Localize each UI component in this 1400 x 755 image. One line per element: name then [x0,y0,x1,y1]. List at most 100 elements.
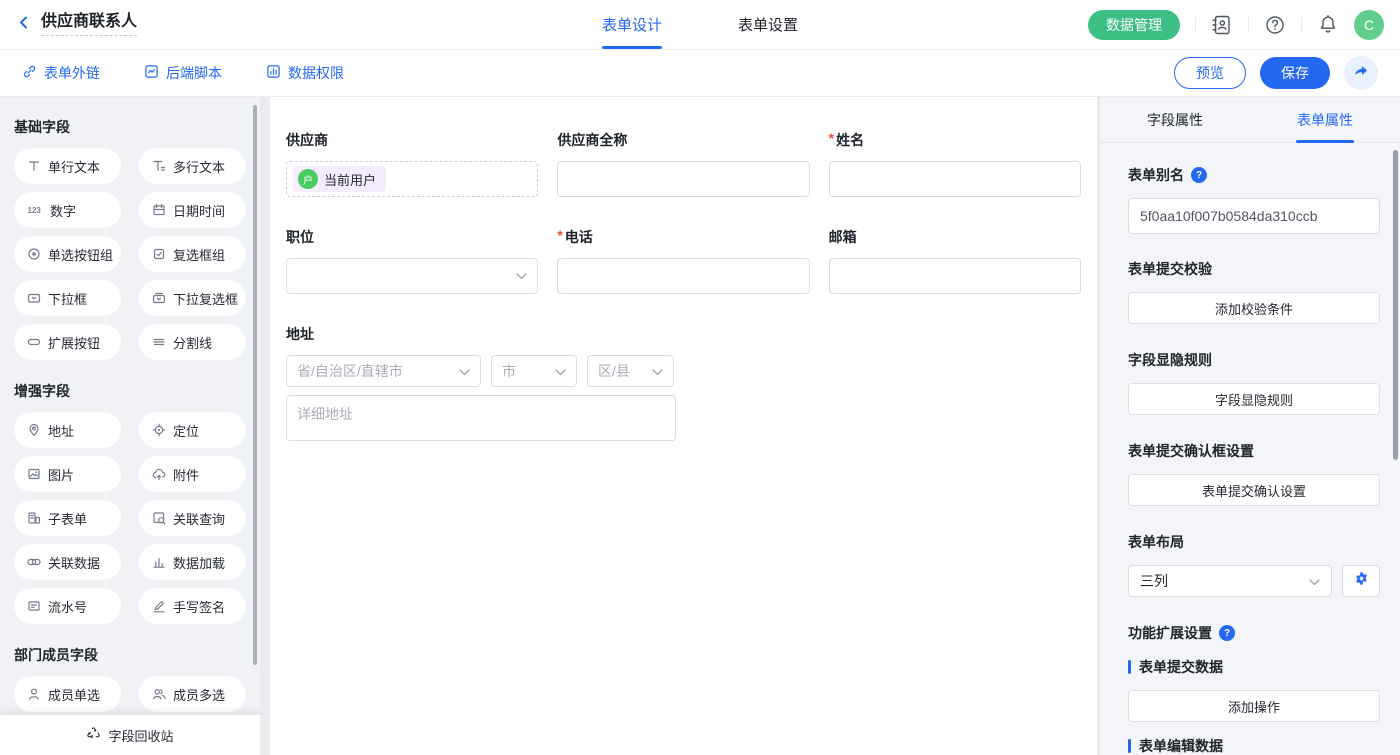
field-type-member-single[interactable]: 成员单选 [14,676,121,712]
field-type-single-line-text[interactable]: 单行文本 [14,148,121,184]
field-type-divider[interactable]: 分割线 [139,324,246,360]
form-external-link[interactable]: 表单外链 [22,63,100,83]
address-book-icon[interactable] [1211,14,1233,36]
field-type-multi-line-text[interactable]: 多行文本 [139,148,246,184]
field-type-checkbox-group[interactable]: 复选框组 [139,236,246,272]
district-select[interactable]: 区/县 [587,355,674,387]
sidebar-scrollbar[interactable] [253,105,257,665]
field-type-datetime[interactable]: 日期时间 [139,192,246,228]
field-type-data-load[interactable]: 数据加载 [139,544,246,580]
group-accent-bar [1128,660,1131,674]
field-type-attachment[interactable]: 附件 [139,456,246,492]
field-label-text: 姓名 [836,130,864,150]
add-submit-action-button[interactable]: 添加操作 [1128,690,1380,722]
submit-confirm-button[interactable]: 表单提交确认设置 [1128,474,1380,506]
layout-select-value: 三列 [1140,571,1168,591]
required-mark: * [829,130,834,150]
layout-select[interactable]: 三列 [1128,565,1332,597]
enhanced-fields-grid: 地址 定位 图片 附件 子表单 关联查询 [0,412,260,624]
field-type-label: 图片 [48,465,74,484]
field-type-extend-button[interactable]: 扩展按钮 [14,324,121,360]
province-select[interactable]: 省/自治区/直辖市 [286,355,481,387]
field-type-serial-number[interactable]: 流水号 [14,588,121,624]
help-dot-icon[interactable]: ? [1219,625,1235,641]
address-detail-textarea[interactable]: 详细地址 [286,395,676,441]
form-layout-label: 表单布局 [1128,532,1380,552]
field-address[interactable]: 地址 省/自治区/直辖市 市 区/县 详细地址 [286,324,676,441]
backend-script-link[interactable]: 后端脚本 [144,63,222,83]
radio-group-icon [27,247,41,261]
field-label: *电话 [557,227,809,247]
field-type-linked-data[interactable]: 关联数据 [14,544,121,580]
form-alias-label-row: 表单别名 ? [1128,165,1380,185]
save-button[interactable]: 保存 [1260,57,1330,89]
field-type-address[interactable]: 地址 [14,412,121,448]
field-type-member-multi[interactable]: 成员多选 [139,676,246,712]
name-input[interactable] [829,161,1081,197]
tab-field-properties[interactable]: 字段属性 [1100,97,1250,142]
current-user-tag[interactable]: 户 当前用户 [293,166,386,192]
field-label: 地址 [286,324,676,344]
tab-form-properties[interactable]: 表单属性 [1250,97,1400,142]
field-type-number[interactable]: 123 数字 [14,192,121,228]
field-type-radio-group[interactable]: 单选按钮组 [14,236,121,272]
serial-number-icon [27,599,41,613]
share-button[interactable] [1344,56,1378,90]
user-icon: 户 [298,169,318,189]
datetime-icon [152,203,166,217]
data-permission-link[interactable]: 数据权限 [266,63,344,83]
field-visibility-button[interactable]: 字段显隐规则 [1128,383,1380,415]
avatar[interactable]: C [1354,10,1384,40]
phone-input[interactable] [557,258,809,294]
bell-icon[interactable] [1317,14,1339,36]
field-type-location[interactable]: 定位 [139,412,246,448]
field-email[interactable]: 邮箱 [829,227,1081,294]
header-actions: 数据管理 C [1088,10,1384,40]
city-select[interactable]: 市 [491,355,577,387]
email-input[interactable] [829,258,1081,294]
help-circle-icon[interactable] [1264,14,1286,36]
supplier-full-name-input[interactable] [557,161,809,197]
field-type-linked-query[interactable]: 关联查询 [139,500,246,536]
select-icon [27,291,41,305]
back-button[interactable] [16,15,31,35]
field-name[interactable]: *姓名 [829,130,1081,197]
add-validation-button[interactable]: 添加校验条件 [1128,292,1380,324]
divider [1301,17,1302,33]
group-label-text: 表单提交数据 [1139,657,1223,677]
tab-label: 表单设置 [738,14,798,35]
chevron-left-icon [16,15,31,35]
single-line-text-icon [27,159,41,173]
field-recycle-bin[interactable]: 字段回收站 [0,715,260,755]
field-type-image[interactable]: 图片 [14,456,121,492]
form-alias-input[interactable] [1128,198,1380,234]
linked-data-icon [27,555,41,569]
position-select[interactable] [286,258,538,294]
tab-form-design[interactable]: 表单设计 [602,0,662,49]
extension-settings-label-row: 功能扩展设置 ? [1128,623,1380,643]
chevron-down-icon [459,363,470,379]
supplier-input[interactable]: 户 当前用户 [286,161,538,197]
help-dot-icon[interactable]: ? [1191,167,1207,183]
preview-button[interactable]: 预览 [1174,57,1246,89]
required-mark: * [557,227,562,247]
page-title[interactable]: 供应商联系人 [41,13,137,36]
field-type-label: 复选框组 [173,245,225,264]
address-pin-icon [27,423,41,437]
field-type-subform[interactable]: 子表单 [14,500,121,536]
layout-settings-button[interactable] [1342,565,1380,597]
field-type-label: 附件 [173,465,199,484]
data-manage-button[interactable]: 数据管理 [1088,10,1180,40]
field-position[interactable]: 职位 [286,227,538,294]
field-supplier[interactable]: 供应商 户 当前用户 [286,130,538,197]
field-type-select[interactable]: 下拉框 [14,280,121,316]
multi-line-text-icon [152,159,166,173]
panel-scrollbar[interactable] [1393,150,1398,460]
field-phone[interactable]: *电话 [557,227,809,294]
group-accent-bar [1128,739,1131,753]
field-type-signature[interactable]: 手写签名 [139,588,246,624]
tab-form-settings[interactable]: 表单设置 [738,0,798,49]
toolbar-actions: 预览 保存 [1174,56,1378,90]
field-supplier-full-name[interactable]: 供应商全称 [557,130,809,197]
field-type-multi-select[interactable]: 下拉复选框 [139,280,246,316]
